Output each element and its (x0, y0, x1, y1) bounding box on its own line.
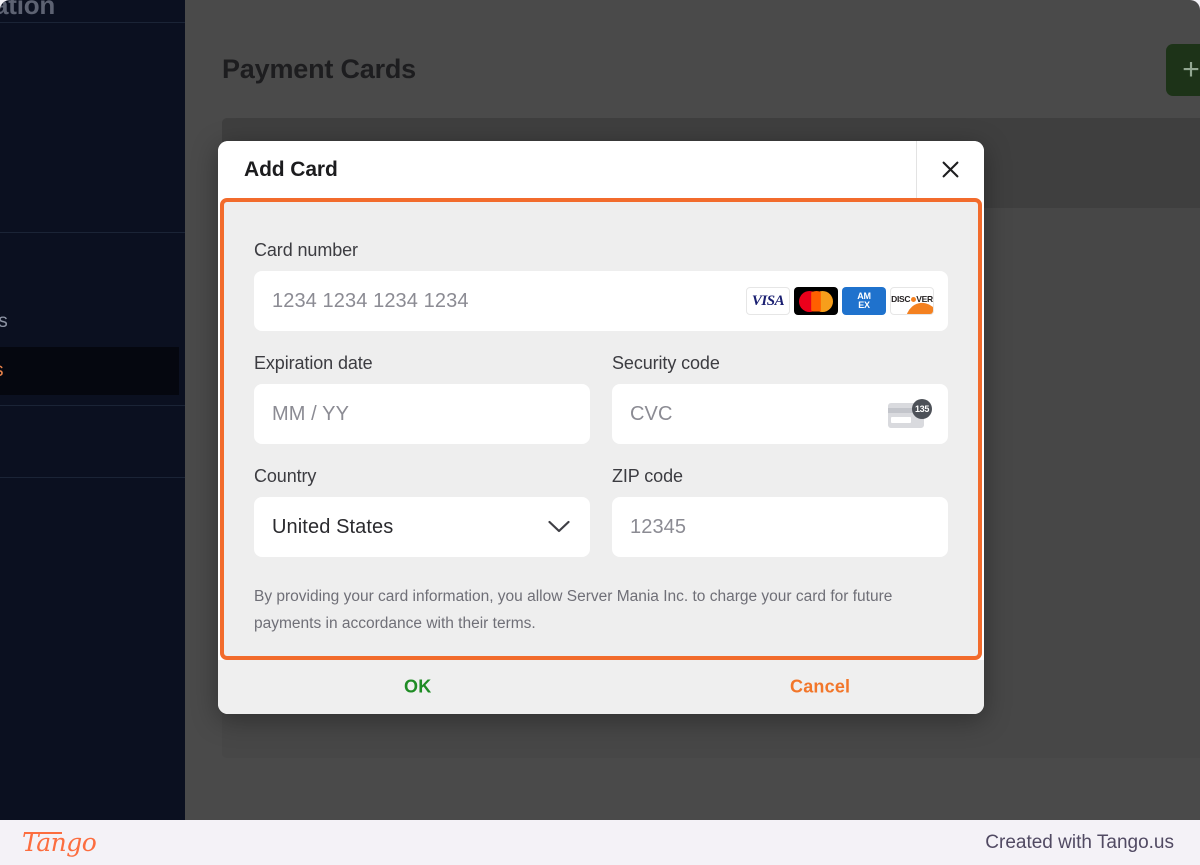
security-code-placeholder: CVC (630, 402, 673, 425)
expiration-label: Expiration date (254, 353, 373, 373)
sidebar-divider (0, 22, 185, 23)
sidebar-item-1[interactable] (0, 240, 185, 288)
card-number-placeholder: 1234 1234 1234 1234 (272, 289, 469, 312)
visa-icon: VISA (746, 287, 790, 315)
sidebar-title: ation (0, 0, 56, 20)
close-icon (942, 161, 959, 178)
sidebar-item-2[interactable]: ls (0, 303, 179, 341)
disclaimer-text: By providing your card information, you … (254, 588, 893, 633)
security-code-input[interactable]: CVC 135 (612, 384, 948, 444)
zip-label: ZIP code (612, 466, 683, 486)
expiration-placeholder: MM / YY (272, 402, 350, 425)
expiration-input[interactable]: MM / YY (254, 384, 590, 444)
add-card-modal: Add Card Card number 1234 1234 1234 1234… (218, 141, 984, 714)
sidebar-divider (0, 232, 185, 233)
sidebar-divider (0, 477, 185, 478)
country-value: United States (272, 515, 394, 538)
page-title: Payment Cards (222, 54, 416, 84)
sidebar: ation ls s (0, 0, 185, 820)
modal-header: Add Card (218, 141, 984, 198)
modal-title: Add Card (244, 157, 338, 181)
card-number-input[interactable]: 1234 1234 1234 1234 VISA AM EX DISC VER (254, 271, 948, 331)
country-select[interactable]: United States (254, 497, 590, 557)
tango-credit: Created with Tango.us (985, 831, 1174, 853)
modal-body-highlighted: Card number 1234 1234 1234 1234 VISA AM (220, 198, 982, 660)
tango-footer: Tango Created with Tango.us (0, 820, 1200, 865)
cvc-card-icon: 135 (888, 399, 932, 429)
mastercard-icon (794, 287, 838, 315)
close-button[interactable] (917, 141, 984, 198)
zip-input[interactable]: 12345 (612, 497, 948, 557)
amex-icon: AM EX (842, 287, 886, 315)
card-brand-logos: VISA AM EX DISC VER (746, 287, 934, 315)
plus-icon: + (1182, 53, 1200, 86)
chevron-down-icon (548, 520, 570, 533)
sidebar-item-0[interactable] (0, 30, 185, 78)
sidebar-item-active[interactable]: s (0, 347, 179, 395)
cvc-badge-text: 135 (912, 399, 932, 419)
ok-button[interactable]: OK (404, 677, 431, 698)
tango-logo: Tango (22, 828, 97, 857)
modal-footer: OK Cancel (218, 660, 984, 714)
sidebar-divider (0, 405, 185, 406)
sidebar-item-4[interactable] (0, 485, 185, 533)
zip-placeholder: 12345 (630, 515, 687, 538)
cancel-button[interactable]: Cancel (790, 677, 850, 698)
add-card-button[interactable]: + (1166, 44, 1200, 96)
security-code-label: Security code (612, 353, 720, 373)
card-number-label: Card number (254, 240, 358, 260)
discover-icon: DISC VER (890, 287, 934, 315)
screen: ation ls s Payment Cards + Add Card (0, 0, 1200, 865)
country-label: Country (254, 466, 317, 486)
